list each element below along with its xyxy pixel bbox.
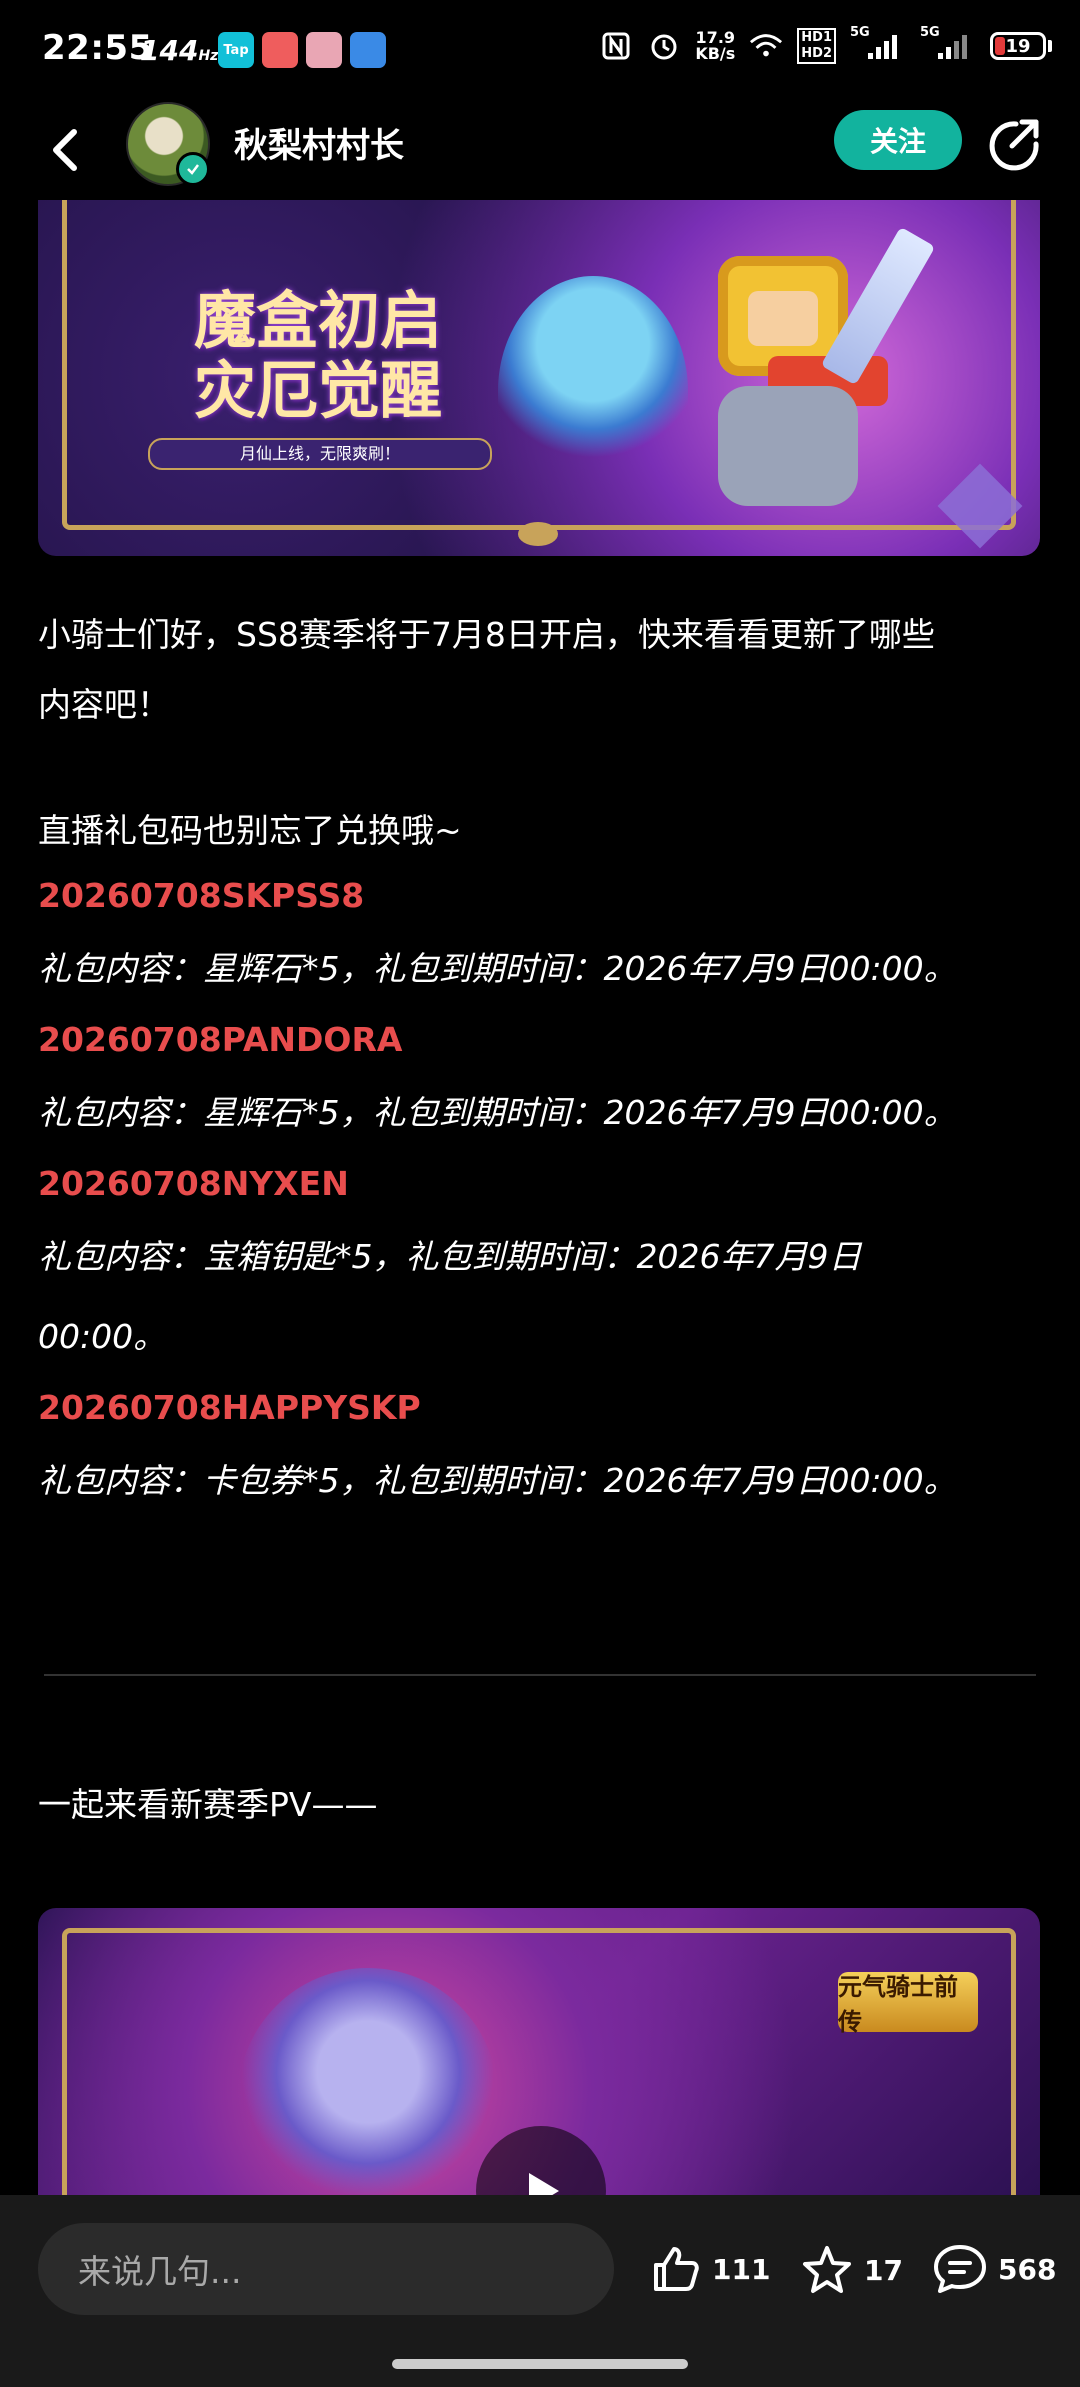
- refresh-rate: 144Hz: [140, 34, 219, 67]
- net-speed: 17.9 KB/s: [695, 28, 736, 63]
- back-button[interactable]: [40, 120, 90, 180]
- comment-button[interactable]: 568: [932, 2243, 1056, 2295]
- follow-button[interactable]: 关注: [834, 110, 962, 170]
- nfc-icon: [599, 29, 633, 63]
- section-divider: [44, 1674, 1036, 1676]
- gift-code[interactable]: 20260708PANDORA: [38, 1010, 1048, 1070]
- share-icon: [989, 119, 1039, 171]
- gift-content: 礼包内容：宝箱钥匙*5，礼包到期时间：2026年7月9日 00:00。: [38, 1237, 862, 1356]
- battery-icon: 19: [990, 32, 1046, 60]
- status-time: 22:55: [42, 28, 153, 68]
- favorite-button[interactable]: 17: [800, 2243, 903, 2297]
- post-header: 秋梨村村长 关注: [0, 100, 1080, 200]
- pv-heading: 一起来看新赛季PV——: [38, 1785, 378, 1824]
- article-body: 小骑士们好，SS8赛季将于7月8日开启，快来看看更新了哪些 内容吧！ 直播礼包码…: [38, 600, 1048, 1516]
- star-icon: [803, 2246, 851, 2293]
- like-button[interactable]: 111: [650, 2243, 770, 2295]
- signal-icon: 5G: [850, 25, 906, 63]
- elf-character-art: [498, 276, 688, 506]
- gift-content: 礼包内容：星辉石*5，礼包到期时间：2026年7月9日00:00。: [38, 1093, 957, 1132]
- gift-code[interactable]: 20260708SKPSS8: [38, 866, 1048, 926]
- share-button[interactable]: [986, 116, 1042, 172]
- verified-badge-icon: [176, 152, 210, 186]
- game-logo: 元气骑士前传: [838, 1972, 978, 2036]
- chevron-left-icon: [53, 129, 77, 171]
- comment-count: 568: [998, 2252, 1057, 2286]
- author-name[interactable]: 秋梨村村长: [234, 118, 404, 167]
- avatar-app-icon: [306, 32, 342, 68]
- comment-bubble-icon: [934, 2245, 986, 2293]
- hd-indicator: HD1 HD2: [797, 28, 836, 64]
- status-bar: 22:55 144Hz Tap 17.9 KB/s HD1HD2 5G 5G: [0, 0, 1080, 100]
- like-count: 111: [712, 2252, 771, 2286]
- alarm-icon: [647, 29, 681, 63]
- eye-decoration: [518, 522, 558, 546]
- intro-text: 小骑士们好，SS8赛季将于7月8日开启，快来看看更新了哪些 内容吧！: [38, 615, 935, 724]
- favorite-count: 17: [864, 2253, 903, 2287]
- event-banner-image[interactable]: 魔盒初启 灾厄觉醒 月仙上线，无限爽刷！: [38, 196, 1040, 556]
- gift-content: 礼包内容：卡包券*5，礼包到期时间：2026年7月9日00:00。: [38, 1461, 957, 1500]
- game-icon: [262, 32, 298, 68]
- gift-code[interactable]: 20260708HAPPYSKP: [38, 1378, 1048, 1438]
- banner-title: 魔盒初启 灾厄觉醒: [193, 284, 442, 427]
- tap-icon: Tap: [218, 32, 254, 68]
- wifi-icon: [749, 29, 783, 63]
- download-icon: [350, 32, 386, 68]
- home-indicator[interactable]: [392, 2359, 688, 2369]
- reminder-text: 直播礼包码也别忘了兑换哦~: [38, 811, 462, 850]
- gift-content: 礼包内容：星辉石*5，礼包到期时间：2026年7月9日00:00。: [38, 949, 957, 988]
- bottom-action-bar: 来说几句... 111 17 568: [0, 2195, 1080, 2387]
- thumbs-up-icon: [654, 2247, 699, 2291]
- signal-icon: 5G: [920, 25, 976, 63]
- banner-subtitle: 月仙上线，无限爽刷！: [148, 438, 492, 470]
- gift-code[interactable]: 20260708NYXEN: [38, 1154, 1048, 1214]
- comment-input[interactable]: 来说几句...: [38, 2223, 614, 2315]
